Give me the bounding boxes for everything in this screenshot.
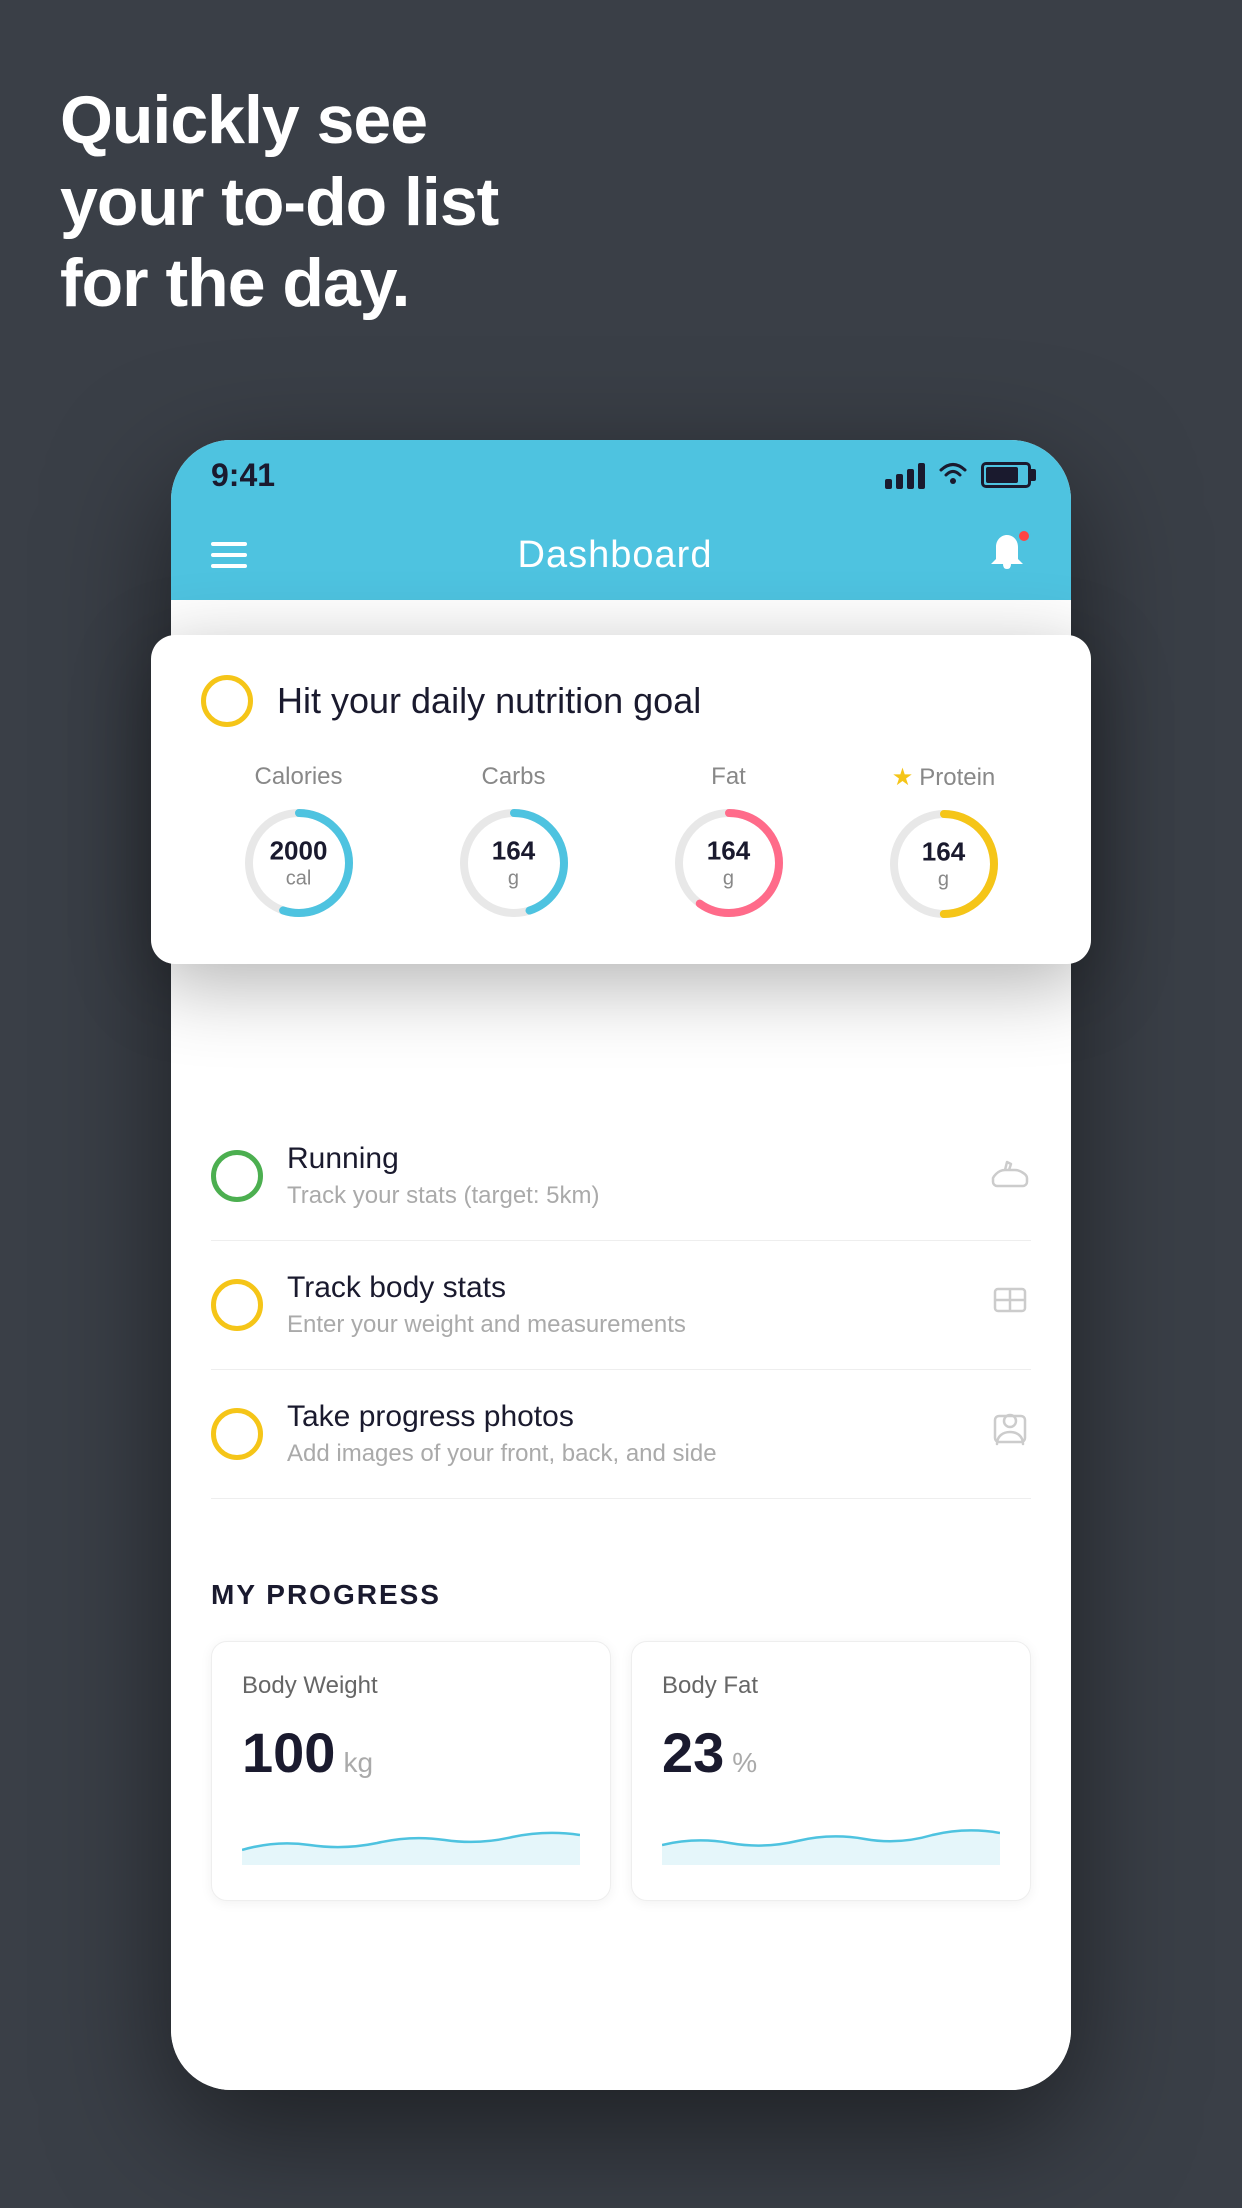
shoe-icon: [989, 1150, 1031, 1202]
fat-unit: g: [707, 867, 750, 891]
calories-ring: 2000 cal: [239, 803, 359, 923]
todo-title-running: Running: [287, 1142, 965, 1176]
notification-dot: [1017, 529, 1031, 543]
todo-item-running[interactable]: Running Track your stats (target: 5km): [211, 1112, 1031, 1241]
protein-label-starred: ★ Protein: [892, 763, 996, 792]
hero-line2: your to-do list: [60, 162, 498, 244]
carbs-ring: 164 g: [454, 803, 574, 923]
my-progress-title: MY PROGRESS: [211, 1579, 1031, 1611]
status-time: 9:41: [211, 457, 275, 494]
hero-text-block: Quickly see your to-do list for the day.: [60, 80, 498, 325]
popup-circle-check[interactable]: [201, 675, 253, 727]
calories-unit: cal: [270, 867, 328, 891]
todo-check-running[interactable]: [211, 1150, 263, 1202]
wifi-icon: [937, 458, 969, 493]
fat-label: Fat: [711, 763, 746, 791]
status-icons: [885, 458, 1031, 493]
carbs-ring-text: 164 g: [492, 835, 535, 890]
popup-header: Hit your daily nutrition goal: [201, 675, 1041, 727]
body-weight-value-container: 100 kg: [242, 1720, 580, 1785]
progress-section: MY PROGRESS Body Weight 100 kg Bo: [171, 1539, 1071, 1931]
body-weight-number: 100: [242, 1720, 335, 1785]
status-bar: 9:41: [171, 440, 1071, 510]
body-weight-label: Body Weight: [242, 1672, 580, 1700]
hero-line3: for the day.: [60, 243, 498, 325]
signal-icon: [885, 461, 925, 489]
todo-subtitle-body-stats: Enter your weight and measurements: [287, 1311, 965, 1339]
todo-item-body-stats[interactable]: Track body stats Enter your weight and m…: [211, 1241, 1031, 1370]
body-fat-value-container: 23 %: [662, 1720, 1000, 1785]
hero-line1: Quickly see: [60, 80, 498, 162]
progress-cards-container: Body Weight 100 kg Body Fat 23 %: [211, 1641, 1031, 1901]
notification-bell-icon[interactable]: [983, 529, 1031, 582]
person-icon: [989, 1408, 1031, 1460]
todo-item-photos[interactable]: Take progress photos Add images of your …: [211, 1370, 1031, 1499]
body-fat-unit: %: [732, 1747, 757, 1779]
body-weight-wave-chart: [242, 1815, 580, 1865]
nutrition-item-fat: Fat 164 g: [669, 763, 789, 924]
body-fat-card[interactable]: Body Fat 23 %: [631, 1641, 1031, 1901]
fat-ring-text: 164 g: [707, 835, 750, 890]
protein-star-icon: ★: [892, 763, 914, 792]
calories-ring-text: 2000 cal: [270, 835, 328, 890]
protein-ring-text: 164 g: [922, 836, 965, 891]
scale-icon: [989, 1279, 1031, 1331]
protein-ring: 164 g: [884, 804, 1004, 924]
todo-subtitle-photos: Add images of your front, back, and side: [287, 1440, 965, 1468]
calories-label: Calories: [254, 763, 342, 791]
carbs-label: Carbs: [481, 763, 545, 791]
body-fat-number: 23: [662, 1720, 724, 1785]
todo-check-photos[interactable]: [211, 1408, 263, 1460]
nutrition-item-protein: ★ Protein 164 g: [884, 763, 1004, 924]
carbs-unit: g: [492, 867, 535, 891]
todo-list: Running Track your stats (target: 5km) T…: [171, 1112, 1071, 1499]
nutrition-item-calories: Calories 2000 cal: [239, 763, 359, 924]
app-title: Dashboard: [518, 534, 713, 577]
carbs-value: 164: [492, 835, 535, 866]
calories-value: 2000: [270, 835, 328, 866]
body-fat-wave-chart: [662, 1815, 1000, 1865]
protein-label-text: Protein: [919, 764, 995, 792]
nutrition-popup-card: Hit your daily nutrition goal Calories 2…: [151, 635, 1091, 964]
body-fat-label: Body Fat: [662, 1672, 1000, 1700]
todo-item-content-running: Running Track your stats (target: 5km): [287, 1142, 965, 1210]
fat-ring: 164 g: [669, 803, 789, 923]
popup-title-text: Hit your daily nutrition goal: [277, 680, 701, 722]
todo-title-body-stats: Track body stats: [287, 1271, 965, 1305]
protein-value: 164: [922, 836, 965, 867]
body-weight-unit: kg: [343, 1747, 373, 1779]
body-weight-card[interactable]: Body Weight 100 kg: [211, 1641, 611, 1901]
nutrition-item-carbs: Carbs 164 g: [454, 763, 574, 924]
todo-item-content-body-stats: Track body stats Enter your weight and m…: [287, 1271, 965, 1339]
fat-value: 164: [707, 835, 750, 866]
todo-subtitle-running: Track your stats (target: 5km): [287, 1182, 965, 1210]
hamburger-menu-icon[interactable]: [211, 542, 247, 568]
protein-unit: g: [922, 868, 965, 892]
app-header: Dashboard: [171, 510, 1071, 600]
todo-check-body-stats[interactable]: [211, 1279, 263, 1331]
todo-item-content-photos: Take progress photos Add images of your …: [287, 1400, 965, 1468]
todo-title-photos: Take progress photos: [287, 1400, 965, 1434]
nutrition-grid: Calories 2000 cal Carbs: [201, 763, 1041, 924]
battery-icon: [981, 462, 1031, 488]
